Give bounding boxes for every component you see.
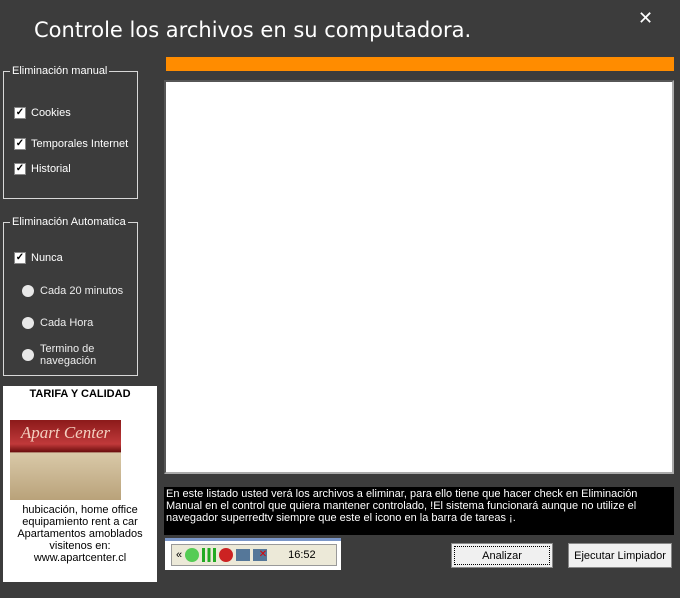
check-icon: ✓ (14, 138, 26, 150)
radio-cada-hora[interactable]: Cada Hora (22, 317, 93, 329)
network-disconnected-icon: ✕ (253, 549, 268, 561)
label: Cada 20 minutos (40, 285, 124, 297)
radio-icon (22, 317, 34, 329)
check-tray-icon (185, 548, 200, 562)
ad-line: Apartamentos amoblados (17, 528, 143, 540)
ad-line: visitenos en: (49, 540, 111, 552)
check-icon: ✓ (14, 107, 26, 119)
checkbox-cookies[interactable]: ✓ Cookies (14, 107, 71, 119)
auto-group: Eliminación Automatica ✓ Nunca Cada 20 mi… (3, 216, 138, 376)
ad-heading: TARIFA Y CALIDAD (29, 388, 131, 400)
label: Historial (31, 163, 71, 175)
ad-link[interactable]: www.apartcenter.cl (3, 552, 157, 564)
ad-logo: Apart Center (20, 423, 111, 442)
network-icon (236, 549, 251, 561)
ad-image: Apart Center (10, 420, 121, 500)
tray-clock: 16:52 (288, 549, 316, 561)
checkbox-temporales[interactable]: ✓ Temporales Internet (14, 138, 128, 150)
radio-icon (22, 349, 34, 361)
analizar-button[interactable]: Analizar (451, 543, 553, 568)
check-icon: ✓ (14, 252, 26, 264)
auto-legend: Eliminación Automatica (12, 216, 126, 228)
manual-legend: Eliminación manual (12, 65, 108, 77)
label: Temporales Internet (31, 138, 129, 150)
close-icon[interactable]: ✕ (638, 8, 653, 29)
ad-line: equipamiento rent a car (22, 516, 138, 528)
label: Termino de navegación (40, 343, 97, 367)
info-text: En este listado usted verá los archivos … (164, 487, 674, 535)
app-tray-icon (219, 548, 234, 562)
file-list[interactable] (164, 80, 674, 474)
chevron-icon: « (176, 549, 183, 561)
label: Nunca (31, 252, 63, 264)
manual-group: Eliminación manual ✓ Cookies ✓ Temporales … (3, 65, 138, 199)
check-icon: ✓ (14, 163, 26, 175)
radio-cada-20[interactable]: Cada 20 minutos (22, 285, 123, 297)
window-title: Controle los archivos en su computadora. (34, 18, 472, 42)
radio-icon (22, 285, 34, 297)
label: Cada Hora (40, 317, 94, 329)
checkbox-nunca[interactable]: ✓ Nunca (14, 252, 63, 264)
signal-icon (202, 548, 217, 562)
ad-banner[interactable]: TARIFA Y CALIDAD Apart Center hubicación… (3, 386, 157, 582)
taskbar-tray-image: « ✕ 16:52 (165, 538, 341, 570)
ejecutar-limpiador-button[interactable]: Ejecutar Limpiador (568, 543, 672, 568)
ad-line: hubicación, home office (22, 504, 138, 516)
radio-termino[interactable]: Termino de navegación (22, 343, 112, 367)
checkbox-historial[interactable]: ✓ Historial (14, 163, 71, 175)
progress-bar (166, 57, 674, 71)
label: Cookies (31, 107, 71, 119)
